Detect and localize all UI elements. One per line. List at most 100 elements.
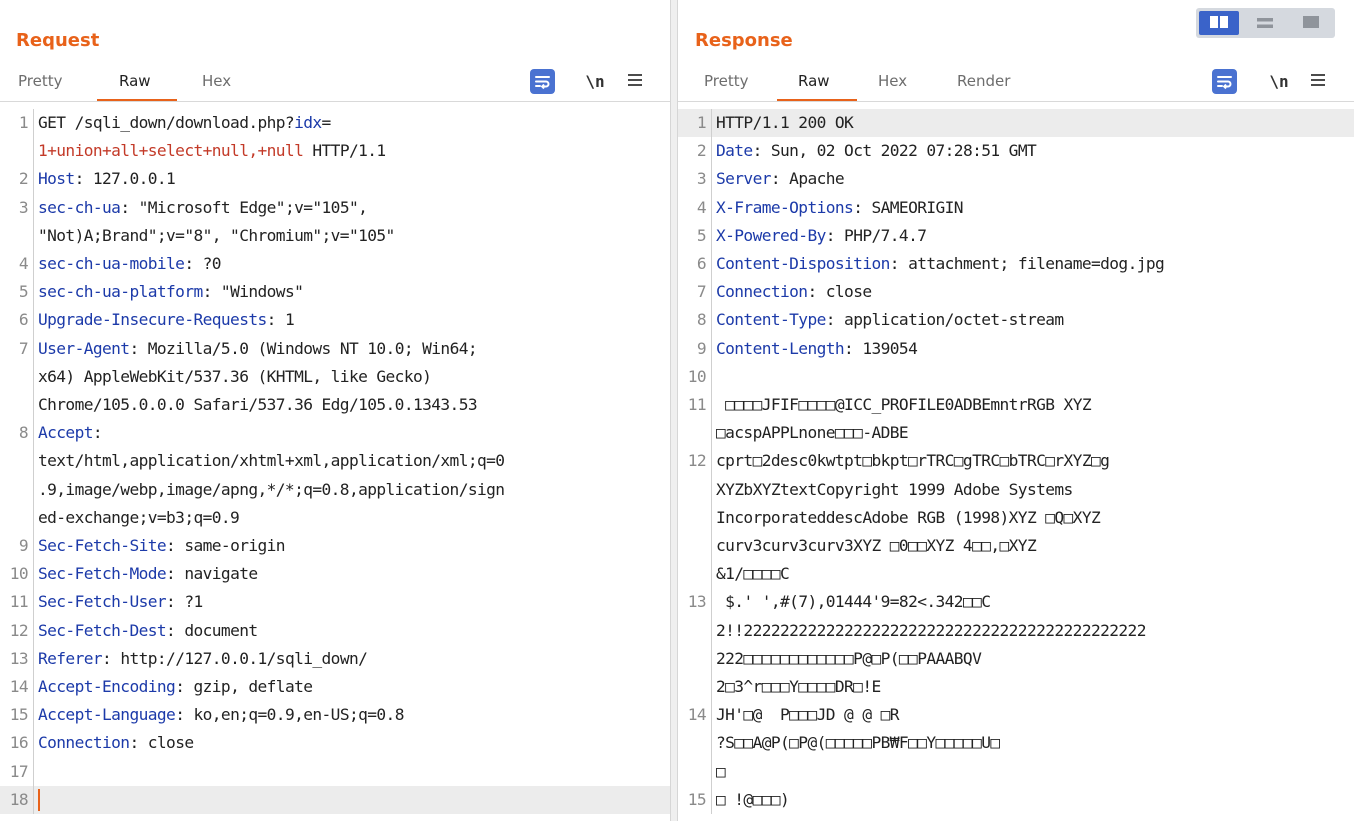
text-segment: : xyxy=(74,169,93,189)
response-line[interactable]: 13 $.' ',#(7),01444'9=82<.342□□C 2!!2222… xyxy=(678,588,1354,702)
line-number: 2 xyxy=(696,141,707,161)
response-line[interactable]: 5 X-Powered-By: PHP/7.4.7 xyxy=(678,221,1354,251)
text-cursor xyxy=(38,789,40,812)
line-content xyxy=(34,786,670,814)
line-content: Upgrade-Insecure-Requests: 1 xyxy=(34,306,670,334)
line-number: 8 xyxy=(696,310,707,330)
text-segment: ko,en;q=0.9,en-US;q=0.8 xyxy=(193,705,404,725)
response-line[interactable]: 15 □ !@□□□) xyxy=(678,785,1354,815)
layout-horizontal-button[interactable] xyxy=(1245,11,1285,35)
header-name: Content-Disposition xyxy=(716,254,890,274)
menu-icon xyxy=(1310,70,1326,92)
line-number: 14 xyxy=(9,677,29,697)
header-name: Sec-Fetch-User xyxy=(38,592,167,612)
response-editor[interactable]: 1 HTTP/1.1 200 OK 2 Date: Sun, 02 Oct 2022 … xyxy=(678,109,1354,821)
request-line[interactable]: 13 Referer: http://127.0.0.1/sqli_down/ xyxy=(0,644,670,674)
request-menu-button[interactable] xyxy=(625,67,645,95)
response-menu-button[interactable] xyxy=(1308,67,1328,95)
text-segment: application/octet-stream xyxy=(844,310,1064,330)
request-line[interactable]: 6 Upgrade-Insecure-Requests: 1 xyxy=(0,306,670,335)
wrap-lines-icon xyxy=(530,68,555,94)
response-line[interactable]: 8 Content-Type: application/octet-stream xyxy=(678,306,1354,335)
request-line[interactable]: 15 Accept-Language: ko,en;q=0.9,en-US;q=0… xyxy=(0,701,670,730)
text-segment: : xyxy=(129,733,148,753)
line-number: 6 xyxy=(696,254,707,274)
text-segment: ?0 xyxy=(202,254,222,274)
text-segment: : xyxy=(120,197,139,217)
response-line[interactable]: 9 Content-Length: 139054 xyxy=(678,334,1354,363)
text-segment: navigate xyxy=(184,564,258,584)
response-line[interactable]: 4 X-Frame-Options: SAMEORIGIN xyxy=(678,193,1354,222)
request-newline-toggle[interactable]: \n xyxy=(583,67,607,95)
response-line[interactable]: 7 Connection: close xyxy=(678,278,1354,307)
request-line[interactable]: 16 Connection: close xyxy=(0,729,670,758)
header-name: Date xyxy=(716,141,753,161)
response-line[interactable]: 10 xyxy=(678,362,1354,392)
line-content: sec-ch-ua-mobile: ?0 xyxy=(34,250,670,278)
response-tab-hex[interactable]: Hex xyxy=(878,72,907,90)
line-content: Date: Sun, 02 Oct 2022 07:28:51 GMT xyxy=(712,137,1354,165)
text-segment: : xyxy=(807,282,826,302)
response-tab-pretty[interactable]: Pretty xyxy=(704,72,749,90)
wrap-lines-icon xyxy=(1212,68,1237,94)
request-line[interactable]: 8 Accept: text/html,application/xhtml+xml… xyxy=(0,419,670,533)
line-content: Accept: text/html,application/xhtml+xml,… xyxy=(34,419,670,532)
line-number: 3 xyxy=(18,197,29,217)
response-wrap-button[interactable] xyxy=(1212,67,1237,95)
request-line[interactable]: 18 xyxy=(0,785,670,815)
text-segment: close xyxy=(147,733,194,753)
text-segment: HTTP/1.1 200 OK xyxy=(716,113,854,132)
line-number: 14 xyxy=(687,705,707,725)
layout-side-by-side-button[interactable] xyxy=(1199,11,1239,35)
line-content: Sec-Fetch-Site: same-origin xyxy=(34,532,670,560)
request-line[interactable]: 9 Sec-Fetch-Site: same-origin xyxy=(0,532,670,561)
request-tab-pretty[interactable]: Pretty xyxy=(18,72,63,90)
line-content xyxy=(712,363,1354,391)
request-line[interactable]: 4 sec-ch-ua-mobile: ?0 xyxy=(0,250,670,279)
request-editor[interactable]: 1 GET /sqli_down/download.php?idx= 1+unio… xyxy=(0,109,670,821)
text-segment: : xyxy=(102,648,121,668)
response-tab-raw[interactable]: Raw xyxy=(798,72,830,90)
header-name: Connection xyxy=(716,282,808,302)
request-tab-hex[interactable]: Hex xyxy=(202,72,231,90)
layout-single-button[interactable] xyxy=(1291,11,1331,35)
request-line[interactable]: 2 Host: 127.0.0.1 xyxy=(0,165,670,194)
line-content: Server: Apache xyxy=(712,165,1354,193)
line-content: Referer: http://127.0.0.1/sqli_down/ xyxy=(34,645,670,673)
response-tab-render[interactable]: Render xyxy=(957,72,1010,90)
request-line[interactable]: 12 Sec-Fetch-Dest: document xyxy=(0,616,670,645)
text-segment: same-origin xyxy=(184,536,285,556)
line-content: X-Frame-Options: SAMEORIGIN xyxy=(712,194,1354,222)
request-line[interactable]: 10 Sec-Fetch-Mode: navigate xyxy=(0,560,670,589)
request-line[interactable]: 14 Accept-Encoding: gzip, deflate xyxy=(0,673,670,702)
header-name: Content-Type xyxy=(716,310,826,330)
text-segment: document xyxy=(184,620,258,640)
response-line[interactable]: 11 □□□□JFIF□□□□@ICC_PROFILE0ADBEmntrRGB … xyxy=(678,391,1354,448)
response-line[interactable]: 12 cprt□2desc0kwtpt□bkpt□rTRC□gTRC□bTRC□r… xyxy=(678,447,1354,589)
request-tab-divider xyxy=(0,101,670,102)
response-line[interactable]: 14 JH'□@ P□□□JD @ @ □R ?S□□A@P(□P@(□□□□□P… xyxy=(678,701,1354,786)
response-line[interactable]: 6 Content-Disposition: attachment; filena… xyxy=(678,250,1354,279)
request-line[interactable]: 17 xyxy=(0,757,670,786)
line-number: 11 xyxy=(687,395,707,415)
request-line[interactable]: 7 User-Agent: Mozilla/5.0 (Windows NT 10.… xyxy=(0,334,670,420)
line-number: 10 xyxy=(9,564,29,584)
line-number: 13 xyxy=(9,648,29,668)
response-newline-toggle[interactable]: \n xyxy=(1267,67,1291,95)
line-content: □ !@□□□) xyxy=(712,786,1354,814)
request-line[interactable]: 11 Sec-Fetch-User: ?1 xyxy=(0,588,670,617)
request-line[interactable]: 3 sec-ch-ua: "Microsoft Edge";v="105", "N… xyxy=(0,193,670,251)
line-content: X-Powered-By: PHP/7.4.7 xyxy=(712,222,1354,250)
text-segment: : xyxy=(166,592,185,612)
request-wrap-button[interactable] xyxy=(530,67,555,95)
line-content: □□□□JFIF□□□□@ICC_PROFILE0ADBEmntrRGB XYZ… xyxy=(712,391,1354,447)
request-title: Request xyxy=(16,30,100,51)
response-line[interactable]: 2 Date: Sun, 02 Oct 2022 07:28:51 GMT xyxy=(678,137,1354,166)
request-line[interactable]: 1 GET /sqli_down/download.php?idx= 1+unio… xyxy=(0,109,670,166)
line-number: 6 xyxy=(18,310,29,330)
request-tab-raw[interactable]: Raw xyxy=(119,72,151,90)
response-line[interactable]: 1 HTTP/1.1 200 OK xyxy=(678,109,1354,138)
request-line[interactable]: 5 sec-ch-ua-platform: "Windows" xyxy=(0,278,670,307)
response-line[interactable]: 3 Server: Apache xyxy=(678,165,1354,194)
line-content: Sec-Fetch-Mode: navigate xyxy=(34,560,670,588)
